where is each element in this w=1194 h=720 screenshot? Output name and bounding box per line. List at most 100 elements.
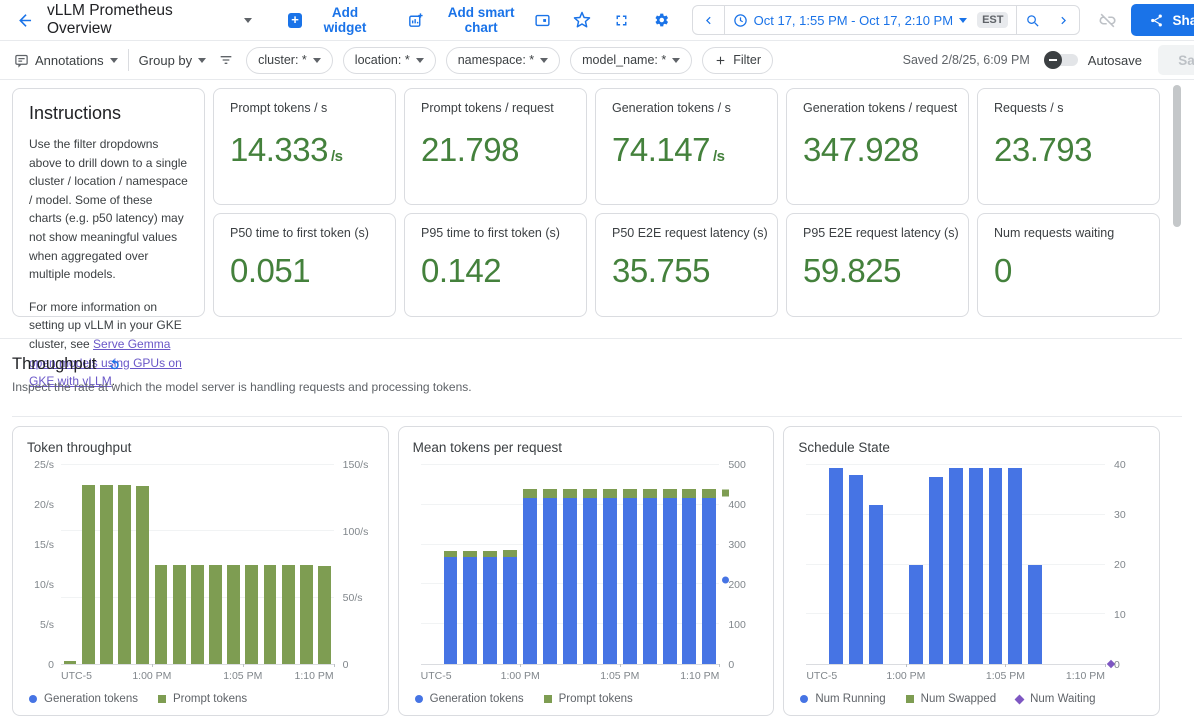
axis-tick-label: 20 bbox=[1114, 559, 1126, 571]
bar bbox=[623, 489, 637, 498]
axis-tick-label: 30 bbox=[1114, 509, 1126, 521]
bar bbox=[1028, 565, 1042, 665]
bar bbox=[929, 477, 943, 664]
axis-tick-label: 5/s bbox=[40, 619, 54, 631]
scorecard-label: P50 E2E request latency (s) bbox=[612, 226, 761, 240]
chevron-down-icon bbox=[244, 18, 252, 23]
legend-label: Generation tokens bbox=[430, 693, 524, 705]
axis-tick-label: 100 bbox=[728, 619, 746, 631]
y-axis-left bbox=[798, 465, 806, 665]
y-axis-right: 010203040 bbox=[1105, 465, 1145, 665]
gridline bbox=[421, 464, 720, 465]
plot-area[interactable] bbox=[421, 465, 720, 665]
bar bbox=[563, 489, 577, 498]
autosave-toggle[interactable] bbox=[1044, 52, 1080, 68]
share-button[interactable]: Share bbox=[1131, 4, 1194, 36]
gridline bbox=[806, 464, 1105, 465]
vertical-scrollbar bbox=[1172, 82, 1182, 720]
time-back-button[interactable] bbox=[693, 6, 724, 34]
chart-mean-tokens-per-request: Mean tokens per request 0100200300400500… bbox=[398, 426, 775, 716]
time-range-picker[interactable]: Oct 17, 1:55 PM - Oct 17, 2:10 PM EST bbox=[725, 6, 1017, 34]
time-forward-button[interactable] bbox=[1048, 6, 1079, 34]
annotations-button[interactable]: Annotations bbox=[14, 53, 118, 68]
bar bbox=[989, 468, 1003, 665]
scorecard-prompt-tokens-per-request: Prompt tokens / request 21.798 bbox=[404, 88, 587, 205]
filter-chip-model-name[interactable]: model_name: * bbox=[570, 47, 692, 74]
bar bbox=[583, 489, 597, 498]
chevron-down-icon bbox=[959, 18, 967, 23]
scorecard-label: Prompt tokens / request bbox=[421, 101, 570, 115]
axis-tick-label: 1:00 PM bbox=[886, 670, 925, 682]
time-search-button[interactable] bbox=[1017, 6, 1048, 34]
scorecard-requests-per-s: Requests / s 23.793 bbox=[977, 88, 1160, 205]
add-smart-chart-button[interactable]: Add smart chart bbox=[407, 5, 532, 35]
square-legend-marker-icon bbox=[158, 695, 166, 703]
chart-legend: Generation tokens Prompt tokens bbox=[415, 693, 760, 705]
chart-legend: Generation tokens Prompt tokens bbox=[29, 693, 374, 705]
legend-item-num-running[interactable]: Num Running bbox=[800, 693, 885, 705]
x-axis: UTC-51:00 PM1:05 PM1:10 PM bbox=[421, 668, 720, 683]
add-filter-chip[interactable]: Filter bbox=[702, 47, 773, 74]
legend-item-generation-tokens[interactable]: Generation tokens bbox=[29, 693, 138, 705]
instructions-widget: Instructions Use the filter dropdowns ab… bbox=[12, 88, 205, 317]
add-widget-button[interactable]: + Add widget bbox=[288, 5, 381, 35]
favorite-button[interactable] bbox=[571, 9, 593, 31]
axis-tick-label: 150/s bbox=[343, 459, 369, 471]
scorecard-generation-tokens-per-s: Generation tokens / s 74.147/s bbox=[595, 88, 778, 205]
top-app-bar: vLLM Prometheus Overview + Add widget Ad… bbox=[0, 0, 1194, 41]
axis-tick bbox=[1005, 664, 1006, 667]
legend-label: Num Waiting bbox=[1030, 693, 1095, 705]
bar bbox=[300, 565, 313, 665]
legend-item-prompt-tokens[interactable]: Prompt tokens bbox=[158, 693, 247, 705]
filter-toolbar: Annotations Group by cluster: * location… bbox=[0, 41, 1194, 80]
unlink-time-button[interactable] bbox=[1096, 9, 1119, 32]
filter-chip-namespace[interactable]: namespace: * bbox=[446, 47, 560, 74]
axis-tick-label: 10/s bbox=[34, 579, 54, 591]
page-title: vLLM Prometheus Overview bbox=[47, 2, 238, 38]
axis-tick-label: 50/s bbox=[343, 592, 363, 604]
legend-label: Generation tokens bbox=[44, 693, 138, 705]
plot-area[interactable] bbox=[806, 465, 1105, 665]
filter-list-button[interactable] bbox=[216, 50, 236, 70]
sync-icon[interactable] bbox=[105, 355, 124, 374]
bar bbox=[503, 557, 517, 664]
scrollbar-thumb[interactable] bbox=[1173, 85, 1181, 227]
settings-button[interactable] bbox=[650, 9, 672, 31]
circle-legend-marker-icon bbox=[800, 695, 808, 703]
group-by-button[interactable]: Group by bbox=[139, 53, 206, 68]
scorecard-p50-e2e-latency: P50 E2E request latency (s) 35.755 bbox=[595, 213, 778, 317]
dashboard-content: Instructions Use the filter dropdowns ab… bbox=[0, 80, 1194, 716]
circle-legend-marker-icon bbox=[415, 695, 423, 703]
legend-item-generation-tokens[interactable]: Generation tokens bbox=[415, 693, 524, 705]
bar bbox=[82, 485, 95, 664]
add-smart-chart-icon bbox=[407, 12, 424, 29]
scorecard-label: Generation tokens / s bbox=[612, 101, 761, 115]
chevron-down-icon bbox=[110, 58, 118, 63]
time-range-text: Oct 17, 1:55 PM - Oct 17, 2:10 PM bbox=[754, 13, 953, 28]
scorecard-num-requests-waiting: Num requests waiting 0 bbox=[977, 213, 1160, 317]
y-axis-left bbox=[413, 465, 421, 665]
filter-chip-location[interactable]: location: * bbox=[343, 47, 436, 74]
filter-chip-cluster[interactable]: cluster: * bbox=[246, 47, 333, 74]
chart-title: Schedule State bbox=[798, 440, 1145, 455]
bar bbox=[64, 661, 77, 664]
plus-icon bbox=[714, 54, 727, 67]
bar bbox=[603, 489, 617, 498]
back-button[interactable] bbox=[14, 9, 37, 32]
bar bbox=[663, 489, 677, 498]
bar bbox=[118, 485, 131, 664]
bar bbox=[173, 565, 186, 665]
save-button[interactable]: Save bbox=[1158, 45, 1194, 75]
fullscreen-button[interactable] bbox=[611, 10, 632, 31]
legend-item-num-waiting[interactable]: Num Waiting bbox=[1016, 693, 1095, 705]
tv-mode-button[interactable] bbox=[532, 10, 553, 31]
dashboard-title-menu[interactable]: vLLM Prometheus Overview bbox=[47, 2, 252, 38]
chevron-down-icon bbox=[313, 58, 321, 63]
legend-item-num-swapped[interactable]: Num Swapped bbox=[906, 693, 996, 705]
axis-tick bbox=[152, 664, 153, 667]
legend-item-prompt-tokens[interactable]: Prompt tokens bbox=[544, 693, 633, 705]
bar bbox=[444, 557, 458, 664]
chart-schedule-state: Schedule State 010203040 UTC-51:00 PM1:0… bbox=[783, 426, 1160, 716]
link-off-icon bbox=[1098, 11, 1117, 30]
plot-area[interactable] bbox=[61, 465, 334, 665]
